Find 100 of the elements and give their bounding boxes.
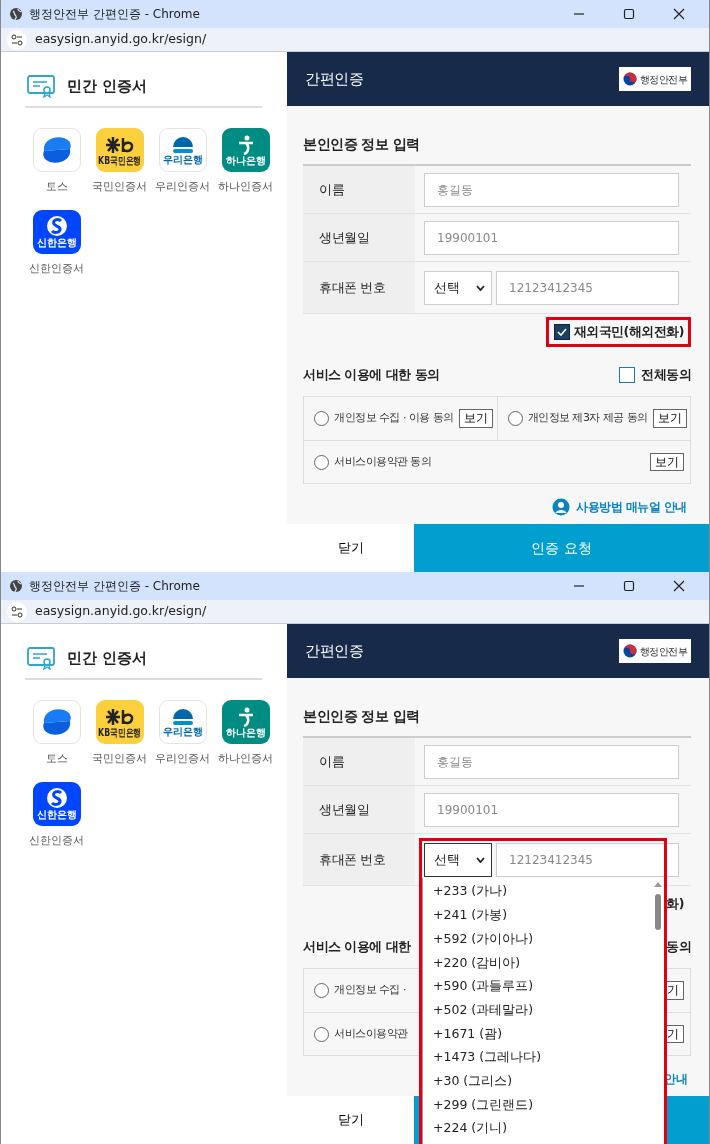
close-icon — [673, 580, 685, 592]
section-title: 서비스 이용에 대한 — [303, 937, 411, 956]
star-icon — [104, 706, 135, 727]
provider-item[interactable]: 토스 — [25, 128, 88, 196]
logo-text: 행정안전부 — [639, 72, 687, 87]
url-text[interactable]: easysign.anyid.go.kr/esign/ — [35, 30, 207, 49]
checkbox[interactable] — [553, 324, 570, 340]
field-label: 휴대폰 번호 — [303, 262, 415, 313]
dropdown-option[interactable]: +1671 (괌) — [423, 1022, 652, 1046]
consent-label: 개인정보 수집 · 이용 동의 — [334, 410, 454, 427]
checkbox[interactable] — [619, 367, 635, 383]
consent-label: 서비스이용약관 동의 — [334, 453, 432, 470]
globe-icon — [9, 579, 23, 593]
provider-item[interactable]: 우리은행 우리인증서 — [151, 128, 214, 196]
field-label: 휴대폰 번호 — [303, 834, 415, 885]
consent-label: 서비스이용약관 — [334, 1025, 408, 1042]
dropdown-option[interactable]: +30 (그리스) — [423, 1069, 652, 1094]
input-field[interactable]: 홍길동 — [424, 744, 679, 779]
checkbox-label: 전체동의 — [641, 365, 691, 384]
provider-label: 하나인증서 — [218, 751, 273, 767]
provider-item[interactable]: 하나은행 하나인증서 — [214, 700, 277, 768]
view-button[interactable]: 보기 — [653, 409, 687, 428]
logo-text: 하나은행 — [225, 155, 266, 166]
provider-label: 토스 — [45, 751, 68, 767]
checkbox-label: 화) — [666, 894, 684, 913]
sliders-icon — [11, 605, 23, 618]
provider-item[interactable]: 신한은행 신한인증서 — [25, 209, 88, 277]
radio-button[interactable] — [314, 983, 329, 998]
view-button[interactable]: 보기 — [650, 452, 684, 472]
checkbox-label: 재외국민(해외전화) — [573, 322, 684, 341]
logo-text: 신한은행 — [36, 238, 77, 248]
provider-label: 신한인증서 — [29, 260, 84, 277]
provider-item[interactable]: KB국민은행 국민인증서 — [88, 700, 151, 768]
logo-text: 우리은행 — [162, 726, 203, 737]
scrollbar[interactable] — [652, 880, 664, 932]
dropdown-option[interactable]: +233 (가나) — [423, 880, 652, 904]
close-icon — [673, 8, 685, 20]
logo-text: 신한은행 — [36, 810, 77, 820]
logo-text: 우리은행 — [162, 154, 203, 165]
dome-icon — [171, 135, 194, 154]
close-button[interactable]: 닫기 — [287, 1096, 414, 1144]
provider-item[interactable]: 신한은행 신한인증서 — [25, 781, 88, 849]
provider-label: 하나인증서 — [218, 179, 273, 195]
taegeuk-icon — [622, 72, 637, 86]
dropdown-option[interactable]: +224 (기니) — [423, 1116, 652, 1141]
view-button[interactable]: 보기 — [459, 409, 493, 428]
s-emblem-icon — [45, 787, 68, 809]
radio-button[interactable] — [314, 1026, 329, 1042]
sliders-icon — [11, 33, 23, 46]
provider-label: 우리인증서 — [155, 751, 210, 767]
provider-item[interactable]: 우리은행 우리인증서 — [151, 700, 214, 768]
field-label: 생년월일 — [303, 214, 415, 261]
field-label: 생년월일 — [303, 786, 415, 833]
dropdown-option[interactable]: +1473 (그레나다) — [423, 1045, 652, 1070]
radio-button[interactable] — [314, 411, 329, 426]
window-title: 행정안전부 간편인증 - Chrome — [29, 6, 200, 23]
input-field[interactable]: 12123412345 — [496, 270, 679, 305]
input-field[interactable]: 홍길동 — [424, 172, 679, 207]
provider-item[interactable]: KB국민은행 국민인증서 — [88, 128, 151, 196]
logo-text: KB국민은행 — [97, 155, 142, 166]
field-label: 이름 — [303, 738, 415, 785]
input-field[interactable]: 19900101 — [424, 792, 679, 827]
sidebar-title: 민간 인증서 — [67, 75, 148, 97]
country-select[interactable]: 선택 — [424, 270, 492, 305]
manual-link[interactable]: 사용방법 매뉴얼 안내 — [552, 498, 687, 516]
provider-label: 토스 — [45, 179, 68, 195]
input-field[interactable]: 12123412345 — [496, 842, 679, 877]
provider-label: 국민인증서 — [92, 751, 147, 767]
provider-item[interactable]: 하나은행 하나인증서 — [214, 128, 277, 196]
close-button[interactable]: 닫기 — [287, 524, 414, 572]
logo-text: 하나은행 — [225, 727, 266, 738]
page-title: 간편인증 — [305, 640, 363, 662]
radio-button[interactable] — [314, 454, 329, 470]
page-title: 간편인증 — [305, 68, 363, 90]
dropdown-option[interactable]: +592 (가이아나) — [423, 927, 652, 952]
taegeuk-icon — [622, 644, 637, 658]
field-label: 이름 — [303, 166, 415, 213]
input-field[interactable]: 19900101 — [424, 220, 679, 255]
provider-item[interactable]: 토스 — [25, 700, 88, 768]
country-select[interactable]: 선택 — [424, 842, 492, 877]
provider-label: 국민인증서 — [92, 179, 147, 195]
consent-label: 개인정보 수집 · — [334, 982, 406, 999]
radio-button[interactable] — [507, 411, 523, 426]
site-settings-button[interactable] — [7, 29, 27, 50]
dropdown-option[interactable]: +502 (과테말라) — [423, 998, 652, 1023]
maximize-icon — [623, 580, 635, 592]
certificate-icon — [27, 74, 55, 98]
dropdown-option[interactable]: +299 (그린랜드) — [423, 1093, 652, 1117]
dropdown-option[interactable]: +241 (가봉) — [423, 903, 652, 928]
url-text[interactable]: easysign.anyid.go.kr/esign/ — [35, 602, 207, 621]
maximize-icon — [623, 8, 635, 20]
dropdown-option[interactable]: +220 (감비아) — [423, 951, 652, 975]
globe-icon — [9, 7, 23, 21]
window-title: 행정안전부 간편인증 - Chrome — [29, 578, 200, 595]
site-settings-button[interactable] — [7, 601, 27, 622]
sidebar-title: 민간 인증서 — [67, 647, 148, 669]
provider-label: 우리인증서 — [155, 179, 210, 195]
caret-icon — [476, 856, 485, 863]
dropdown-option[interactable]: +590 (과들루프) — [423, 974, 652, 999]
star-icon — [104, 134, 135, 155]
